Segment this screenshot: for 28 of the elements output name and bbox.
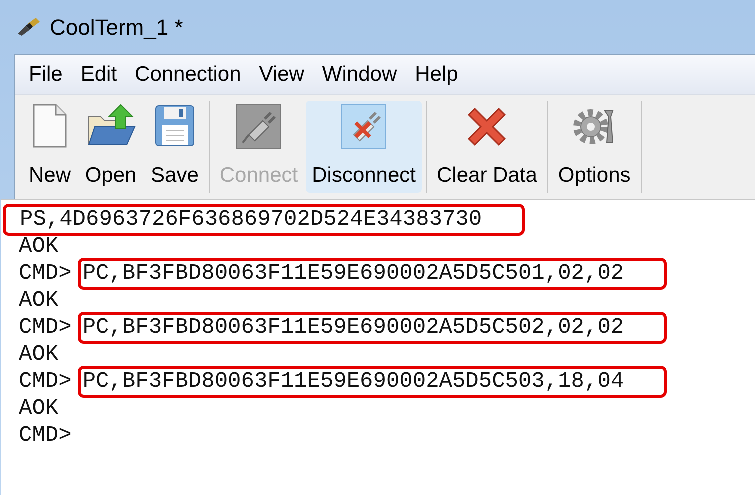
menu-item[interactable]: Window xyxy=(316,58,404,90)
toolbar-button[interactable]: Save xyxy=(145,101,205,193)
terminal-prompt: CMD> xyxy=(19,368,72,395)
terminal-text: AOK xyxy=(19,287,59,314)
window-title: CoolTerm_1 * xyxy=(50,14,184,42)
terminal-text: AOK xyxy=(19,233,59,260)
terminal-prompt: CMD> xyxy=(19,260,72,287)
toolbar-button[interactable]: Open xyxy=(79,101,144,193)
terminal-text: AOK xyxy=(19,395,59,422)
plug-icon xyxy=(235,103,283,151)
menu-item[interactable]: File xyxy=(23,58,69,90)
menu-item[interactable]: Help xyxy=(409,58,464,90)
plug-icon xyxy=(16,16,42,38)
toolbar-button[interactable]: Options xyxy=(552,101,637,193)
menu-item[interactable]: Edit xyxy=(74,58,124,90)
terminal-text: PC,BF3FBD80063F11E59E690002A5D5C502,02,02 xyxy=(82,314,624,341)
menu-item[interactable]: Connection xyxy=(129,58,248,90)
toolbar-button[interactable]: Disconnect xyxy=(306,101,422,193)
terminal-text: PC,BF3FBD80063F11E59E690002A5D5C501,02,02 xyxy=(82,260,624,287)
terminal-prompt: CMD> xyxy=(19,422,72,449)
terminal-text: PC,BF3FBD80063F11E59E690002A5D5C503,18,04 xyxy=(82,368,624,395)
toolbar-button[interactable]: Clear Data xyxy=(431,101,544,193)
terminal-text: AOK xyxy=(19,341,59,368)
terminal-text: PS,4D6963726F636869702D524E34383730 xyxy=(20,206,482,233)
toolbar-button[interactable]: New xyxy=(23,101,78,193)
terminal-prompt: CMD> xyxy=(19,314,72,341)
unplug-icon xyxy=(340,103,388,151)
menu-item[interactable]: View xyxy=(253,58,310,90)
